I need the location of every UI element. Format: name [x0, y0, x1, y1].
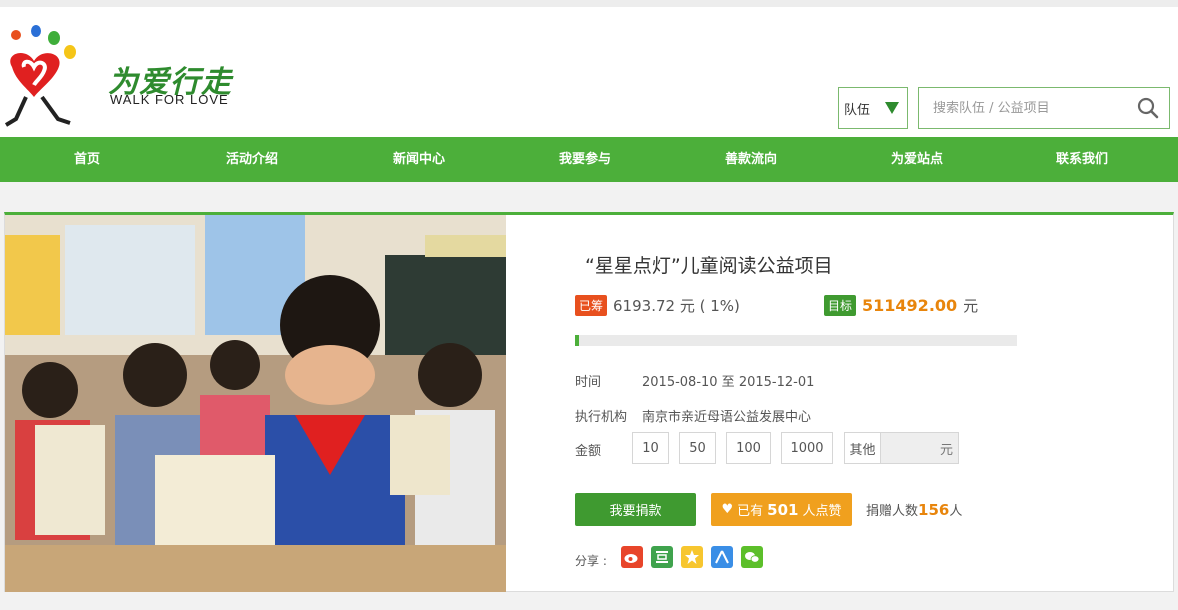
- amount-option-100[interactable]: 100: [726, 432, 771, 464]
- renren-icon[interactable]: [711, 546, 733, 568]
- search-category-select[interactable]: 队伍: [838, 87, 908, 129]
- main-nav: 首页 活动介绍 新闻中心 我要参与 善款流向 为爱站点 联系我们: [0, 137, 1178, 182]
- search-icon[interactable]: [1137, 97, 1159, 119]
- time-value: 2015-08-10 至 2015-12-01: [642, 375, 815, 390]
- logo-text-en: WALK FOR LOVE: [110, 92, 229, 107]
- donate-button[interactable]: 我要捐款: [575, 493, 696, 526]
- site-header: 为爱行走 WALK FOR LOVE 队伍: [0, 7, 1178, 137]
- amount-other-field[interactable]: 其他 元: [844, 432, 959, 464]
- org-value: 南京市亲近母语公益发展中心: [642, 410, 812, 425]
- amount-other-unit: 元: [939, 442, 953, 458]
- top-strip: [0, 0, 1178, 7]
- search-category-value: 队伍: [844, 102, 871, 118]
- nav-join[interactable]: 我要参与: [525, 137, 645, 182]
- nav-home[interactable]: 首页: [27, 137, 147, 182]
- nav-about[interactable]: 活动介绍: [192, 137, 312, 182]
- wechat-icon[interactable]: [741, 546, 763, 568]
- logo-heart-icon[interactable]: [2, 23, 82, 133]
- amount-other-label: 其他: [845, 433, 881, 463]
- goal-badge: 目标: [824, 295, 857, 316]
- project-title: “星星点灯”儿童阅读公益项目: [585, 255, 833, 277]
- donors-suffix: 人: [949, 504, 963, 519]
- like-button[interactable]: ♥ 已有 501 人点赞: [711, 493, 852, 526]
- time-label: 时间: [575, 375, 602, 390]
- amount-option-1000[interactable]: 1000: [781, 432, 833, 464]
- dropdown-arrow-icon: [885, 102, 899, 114]
- like-prefix: 已有: [737, 504, 764, 519]
- amount-option-50[interactable]: 50: [679, 432, 716, 464]
- nav-contact[interactable]: 联系我们: [1022, 137, 1142, 182]
- weibo-icon[interactable]: [621, 546, 643, 568]
- funding-progress-fill: [575, 335, 580, 346]
- goal-unit: 元: [963, 297, 979, 315]
- nav-news[interactable]: 新闻中心: [359, 137, 479, 182]
- project-card: “星星点灯”儿童阅读公益项目 已筹 6193.72 元 ( 1%) 目标 511…: [4, 212, 1174, 592]
- nav-funds[interactable]: 善款流向: [691, 137, 811, 182]
- qzone-icon[interactable]: [681, 546, 703, 568]
- nav-stations[interactable]: 为爱站点: [857, 137, 977, 182]
- org-label: 执行机构: [575, 410, 628, 425]
- goal-amount: 511492.00: [862, 296, 958, 315]
- raised-badge: 已筹: [575, 295, 608, 316]
- project-photo: [5, 215, 506, 592]
- search-box: [918, 87, 1170, 129]
- donors-count: 156: [918, 501, 950, 519]
- raised-amount: 6193.72 元 ( 1%): [613, 297, 740, 315]
- donors-prefix: 捐赠人数: [866, 504, 919, 519]
- search-input[interactable]: [933, 89, 1133, 127]
- donor-count: 捐赠人数156人: [866, 500, 962, 519]
- heart-icon: ♥: [721, 502, 734, 517]
- funding-progress-bar: [575, 335, 1017, 346]
- like-suffix: 人点赞: [802, 504, 842, 519]
- douban-icon[interactable]: [651, 546, 673, 568]
- amount-other-input[interactable]: 元: [881, 433, 958, 463]
- goal-row: 目标 511492.00 元: [824, 295, 978, 316]
- raised-row: 已筹 6193.72 元 ( 1%): [575, 295, 740, 316]
- amount-label: 金额: [575, 444, 602, 459]
- amount-option-10[interactable]: 10: [632, 432, 669, 464]
- share-label: 分享 :: [575, 554, 607, 568]
- like-count: 501: [767, 500, 799, 519]
